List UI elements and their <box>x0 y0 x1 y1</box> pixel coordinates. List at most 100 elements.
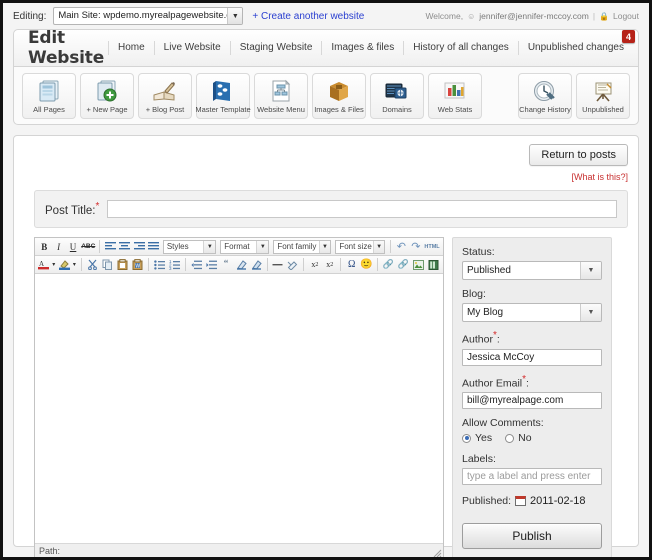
change-history-button[interactable]: Change History <box>518 72 572 119</box>
return-to-posts-button[interactable]: Return to posts <box>529 144 628 166</box>
author-input[interactable] <box>462 348 602 366</box>
undo-icon[interactable]: ↶ <box>394 239 408 254</box>
remove-format-icon[interactable] <box>285 257 300 272</box>
superscript-icon[interactable]: x2 <box>322 257 337 272</box>
bullet-list-icon[interactable] <box>152 257 167 272</box>
paste-icon[interactable] <box>115 257 130 272</box>
special-character-icon[interactable]: Ω <box>344 257 359 272</box>
emoticon-icon[interactable]: 🙂 <box>359 257 374 272</box>
unlink-icon[interactable]: 🔗 <box>396 257 411 272</box>
allow-comments-radio-group: Yes No <box>462 432 602 444</box>
underline-icon[interactable]: U <box>66 239 80 254</box>
blog-select[interactable]: My Blog ▼ <box>462 303 602 322</box>
allow-comments-label: Allow Comments: <box>462 417 544 429</box>
subscript-icon[interactable]: x2 <box>307 257 322 272</box>
author-email-input[interactable] <box>462 392 602 409</box>
undo-format-icon[interactable] <box>234 257 249 272</box>
text-color-icon[interactable]: A <box>37 257 50 272</box>
new-page-button[interactable]: + New Page <box>80 72 134 119</box>
cut-icon[interactable] <box>85 257 100 272</box>
web-stats-button[interactable]: Web Stats <box>428 72 482 119</box>
bold-icon[interactable]: B <box>37 239 51 254</box>
resize-grip[interactable] <box>433 549 442 557</box>
allow-comments-no-radio[interactable] <box>505 433 515 443</box>
all-pages-button[interactable]: All Pages <box>22 72 76 119</box>
chevron-down-icon[interactable]: ▼ <box>203 240 216 253</box>
change-history-label: Change History <box>519 104 571 114</box>
chevron-down-icon[interactable]: ▼ <box>318 240 331 253</box>
master-template-button[interactable]: Master Template <box>195 72 251 119</box>
chevron-down-icon[interactable]: ▾ <box>71 257 79 272</box>
copy-icon[interactable] <box>100 257 115 272</box>
styles-select[interactable]: Styles ▼ <box>162 239 217 254</box>
editor-path-bar: Path: <box>35 543 443 557</box>
paste-from-word-icon[interactable]: W <box>130 257 145 272</box>
images-files-button[interactable]: Images & Files <box>312 72 366 119</box>
horizontal-rule-icon[interactable] <box>270 257 285 272</box>
separator: | <box>592 11 596 21</box>
italic-icon[interactable]: I <box>51 239 65 254</box>
chevron-down-icon[interactable]: ▼ <box>256 240 269 253</box>
post-title-label-text: Post Title: <box>45 204 96 217</box>
published-date[interactable]: 2011-02-18 <box>530 495 585 507</box>
align-center-icon[interactable] <box>118 239 132 254</box>
align-justify-icon[interactable] <box>146 239 160 254</box>
site-select-value: Main Site: wpdemo.myrealpagewebsite.com <box>58 10 228 21</box>
chevron-down-icon[interactable]: ▾ <box>50 257 58 272</box>
unpublished-changes-badge: 4 <box>622 30 635 43</box>
post-title-input[interactable] <box>107 200 617 218</box>
font-family-select[interactable]: Font family ▼ <box>273 239 332 254</box>
website-menu-button[interactable]: Website Menu <box>254 72 308 119</box>
chevron-down-icon[interactable]: ▼ <box>227 8 243 24</box>
status-select[interactable]: Published ▼ <box>462 261 602 280</box>
insert-media-icon[interactable] <box>426 257 441 272</box>
what-is-this-link[interactable]: [What is this?] <box>571 172 628 182</box>
logout-link[interactable]: Logout <box>613 11 639 21</box>
blockquote-icon[interactable]: “ <box>219 257 234 272</box>
blog-post-label: + Blog Post <box>145 104 185 114</box>
insert-image-icon[interactable] <box>411 257 426 272</box>
site-select[interactable]: Main Site: wpdemo.myrealpagewebsite.com … <box>53 7 244 25</box>
web-stats-label: Web Stats <box>437 104 473 114</box>
calendar-icon[interactable] <box>515 496 527 506</box>
strikethrough-icon[interactable]: ABC <box>80 239 96 254</box>
nav-home[interactable]: Home <box>107 41 155 55</box>
align-right-icon[interactable] <box>132 239 146 254</box>
nav-history-of-all-changes[interactable]: History of all changes <box>404 41 519 55</box>
toolbar-separator <box>377 258 379 271</box>
what-is-this-row: [What is this?] <box>14 166 638 182</box>
font-size-select[interactable]: Font size ▼ <box>335 239 386 254</box>
allow-comments-yes-radio[interactable] <box>462 433 471 443</box>
blog-post-button[interactable]: + Blog Post <box>138 72 192 119</box>
outdent-icon[interactable] <box>189 257 204 272</box>
change-history-icon <box>532 78 558 104</box>
format-select[interactable]: Format ▼ <box>220 239 270 254</box>
nav-unpublished-changes[interactable]: Unpublished changes <box>519 41 630 55</box>
nav-staging-website[interactable]: Staging Website <box>231 41 323 55</box>
create-another-website-link[interactable]: + Create another website <box>252 11 364 22</box>
redo-icon[interactable]: ↷ <box>409 239 423 254</box>
chevron-down-icon[interactable]: ▼ <box>580 262 601 279</box>
post-title-box: Post Title:* <box>34 190 628 228</box>
chevron-down-icon[interactable]: ▼ <box>372 240 385 253</box>
align-left-icon[interactable] <box>103 239 117 254</box>
background-color-icon[interactable] <box>58 257 71 272</box>
toolbar-separator <box>99 240 101 253</box>
toolbar-separator <box>81 258 83 271</box>
labels-input[interactable] <box>462 468 602 485</box>
nav-live-website[interactable]: Live Website <box>155 41 231 55</box>
chevron-down-icon[interactable]: ▼ <box>580 304 601 321</box>
unpublished-button[interactable]: Unpublished <box>576 72 630 119</box>
labels-label: Labels: <box>462 453 496 465</box>
link-icon[interactable]: 🔗 <box>381 257 396 272</box>
editor-canvas[interactable] <box>35 274 443 543</box>
blog-post-icon <box>152 78 178 104</box>
html-source-button[interactable]: HTML <box>423 239 441 254</box>
nav-images-files[interactable]: Images & files <box>322 41 405 55</box>
numbered-list-icon[interactable]: 123 <box>167 257 182 272</box>
publish-button[interactable]: Publish <box>462 523 602 549</box>
domains-button[interactable]: Domains <box>370 72 424 119</box>
format-painter-icon[interactable] <box>249 257 264 272</box>
indent-icon[interactable] <box>204 257 219 272</box>
status-label: Status: <box>462 246 495 258</box>
